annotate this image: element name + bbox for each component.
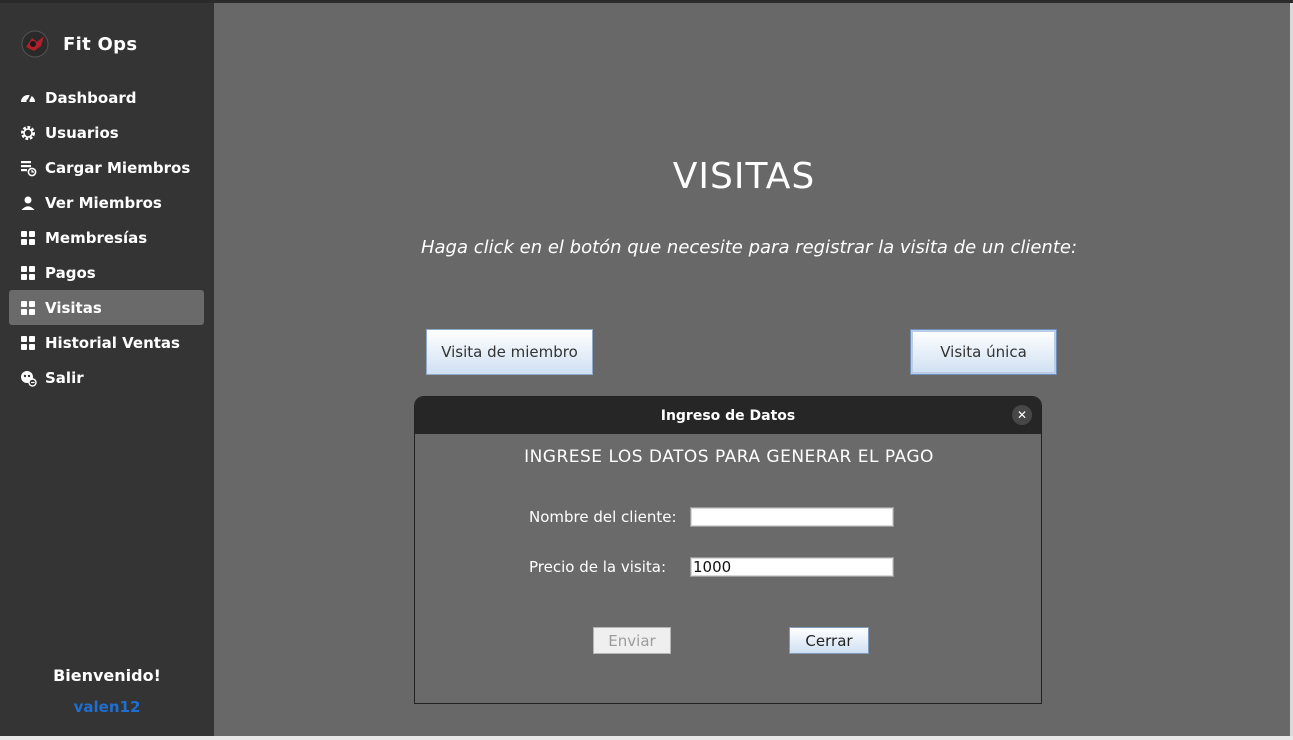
sidebar-item-salir[interactable]: Salir (9, 360, 204, 395)
app-name: Fit Ops (63, 33, 138, 55)
sidebar-item-ver-miembros[interactable]: Ver Miembros (9, 185, 204, 220)
add-member-icon (19, 159, 37, 177)
sidebar-item-label: Salir (45, 368, 84, 387)
dashboard-icon (19, 89, 37, 107)
sidebar-item-cargar-miembros[interactable]: Cargar Miembros (9, 150, 204, 185)
sidebar-item-usuarios[interactable]: Usuarios (9, 115, 204, 150)
page-title: VISITAS (672, 156, 816, 197)
grid-icon (19, 299, 37, 317)
close-button[interactable]: Cerrar (789, 627, 869, 654)
gear-icon (19, 124, 37, 142)
sidebar-item-dashboard[interactable]: Dashboard (9, 80, 204, 115)
sidebar-item-membresias[interactable]: Membresías (9, 220, 204, 255)
sidebar-item-label: Cargar Miembros (45, 158, 191, 177)
sidebar-item-pagos[interactable]: Pagos (9, 255, 204, 290)
dialog-title: Ingreso de Datos (660, 407, 796, 424)
username-label: valen12 (73, 698, 141, 716)
visit-price-label: Precio de la visita: (529, 558, 667, 576)
dialog-heading: INGRESE LOS DATOS PARA GENERAR EL PAGO (524, 447, 934, 467)
fit-ops-logo-icon (21, 30, 49, 58)
window-bottom-edge (0, 736, 1293, 740)
grid-icon (19, 229, 37, 247)
sidebar-item-label: Membresías (45, 228, 148, 247)
send-button[interactable]: Enviar (593, 627, 671, 654)
dialog-titlebar[interactable]: Ingreso de Datos ✕ (415, 397, 1041, 434)
grid-icon (19, 334, 37, 352)
sidebar-nav: Dashboard Usuarios Cargar Miembros Ver M… (9, 80, 204, 395)
sidebar-item-label: Dashboard (45, 88, 137, 107)
visit-price-input[interactable] (690, 557, 894, 577)
sidebar-item-label: Ver Miembros (45, 193, 162, 212)
close-icon[interactable]: ✕ (1012, 405, 1032, 425)
sidebar-item-label: Pagos (45, 263, 96, 282)
logout-icon (19, 369, 37, 387)
sidebar-item-label: Usuarios (45, 123, 119, 142)
person-icon (19, 194, 37, 212)
sidebar-item-label: Visitas (45, 298, 102, 317)
grid-icon (19, 264, 37, 282)
sidebar-item-visitas[interactable]: Visitas (9, 290, 204, 325)
single-visit-button[interactable]: Visita única (910, 329, 1057, 375)
instructions-text: Haga click en el botón que necesite para… (420, 237, 1078, 258)
client-name-label: Nombre del cliente: (529, 508, 677, 526)
sidebar: Fit Ops Dashboard Usuarios Cargar Miembr… (0, 3, 214, 736)
client-name-input[interactable] (690, 507, 894, 527)
member-visit-button[interactable]: Visita de miembro (426, 329, 593, 375)
sidebar-item-label: Historial Ventas (45, 333, 180, 352)
data-entry-dialog: Ingreso de Datos ✕ INGRESE LOS DATOS PAR… (414, 396, 1042, 704)
welcome-text: Bienvenido! (53, 666, 161, 685)
brand: Fit Ops (20, 27, 137, 61)
sidebar-item-historial-ventas[interactable]: Historial Ventas (9, 325, 204, 360)
